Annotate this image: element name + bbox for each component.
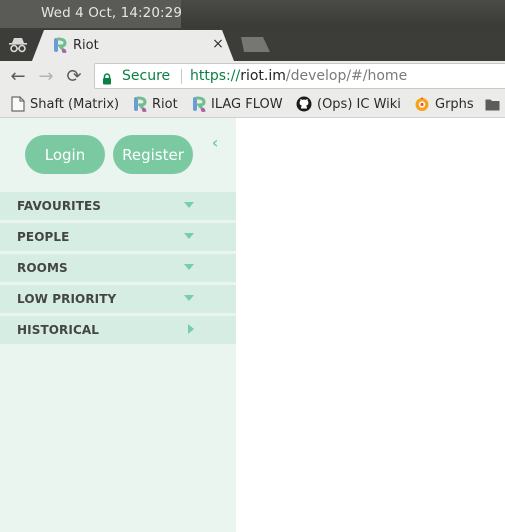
section-favourites[interactable]: FAVOURITES	[0, 192, 236, 220]
bookmark-label: Grphs	[435, 96, 474, 112]
bookmark-grphs[interactable]: Grphs	[414, 95, 474, 113]
collapse-panel-icon[interactable]: ‹	[207, 133, 223, 153]
grafana-icon	[414, 96, 430, 112]
bookmark-label: Shaft (Matrix)	[30, 96, 120, 112]
address-bar[interactable]: Secure https://riot.im/develop/#/home	[94, 63, 505, 89]
browser-tab-strip: Riot ×	[0, 28, 505, 61]
riot-main-view	[236, 118, 505, 532]
url-text: https://riot.im/develop/#/home	[190, 68, 407, 84]
riot-left-panel: Login Register ‹ FAVOURITES PEOPLE ROOMS…	[0, 118, 236, 532]
riot-favicon-icon	[53, 37, 67, 57]
chevron-down-icon	[184, 233, 194, 239]
clock-area[interactable]: Wed 4 Oct, 14:20:29	[0, 0, 183, 28]
login-button[interactable]: Login	[25, 135, 105, 174]
browser-toolbar: ← → ⟳ Secure https://riot.im/develop/#/h…	[0, 61, 505, 91]
bookmark-folder[interactable]	[485, 95, 505, 113]
page-icon	[11, 96, 25, 112]
url-path: /develop/#/home	[285, 68, 408, 84]
register-button[interactable]: Register	[113, 135, 193, 174]
riot-icon	[192, 96, 206, 112]
secure-label: Secure	[122, 68, 171, 84]
riot-icon	[133, 96, 147, 112]
bookmark-label: (Ops) IC Wiki	[317, 96, 401, 112]
new-tab-button[interactable]	[241, 37, 270, 52]
chevron-right-icon	[188, 324, 194, 334]
chevron-down-icon	[184, 202, 194, 208]
os-top-bar: Wed 4 Oct, 14:20:29	[0, 0, 505, 28]
section-label: LOW PRIORITY	[17, 292, 117, 306]
bookmark-ilag-flow[interactable]: ILAG FLOW	[192, 95, 283, 113]
os-clock: Wed 4 Oct, 14:20:29	[41, 5, 183, 21]
chevron-down-icon	[184, 264, 194, 270]
bookmark-label: ILAG FLOW	[211, 96, 283, 112]
tab-title: Riot	[73, 38, 99, 53]
section-label: ROOMS	[17, 261, 68, 275]
bookmarks-bar: Shaft (Matrix) Riot ILAG FLOW (Ops) IC W…	[0, 91, 505, 118]
folder-icon	[485, 98, 500, 111]
bookmark-label: Riot	[152, 96, 178, 112]
section-label: HISTORICAL	[17, 323, 99, 337]
url-host: riot.im	[240, 68, 286, 84]
tab-close-icon[interactable]: ×	[210, 36, 226, 52]
section-historical[interactable]: HISTORICAL	[0, 316, 236, 344]
section-rooms[interactable]: ROOMS	[0, 254, 236, 282]
bookmark-ops-ic-wiki[interactable]: (Ops) IC Wiki	[296, 95, 401, 113]
bookmark-shaft-matrix[interactable]: Shaft (Matrix)	[11, 95, 119, 113]
github-icon	[296, 96, 312, 112]
chevron-down-icon	[184, 295, 194, 301]
lock-icon	[102, 70, 112, 89]
omnibox-divider	[181, 69, 182, 84]
section-low-priority[interactable]: LOW PRIORITY	[0, 285, 236, 313]
reload-button[interactable]: ⟳	[63, 65, 85, 87]
incognito-icon	[0, 28, 36, 61]
forward-button[interactable]: →	[35, 65, 57, 87]
section-people[interactable]: PEOPLE	[0, 223, 236, 251]
section-label: PEOPLE	[17, 230, 70, 244]
bookmark-riot[interactable]: Riot	[133, 95, 178, 113]
back-button[interactable]: ←	[7, 65, 29, 87]
section-label: FAVOURITES	[17, 199, 102, 213]
tab-riot[interactable]: Riot ×	[32, 30, 234, 61]
url-scheme: https://	[190, 68, 241, 84]
